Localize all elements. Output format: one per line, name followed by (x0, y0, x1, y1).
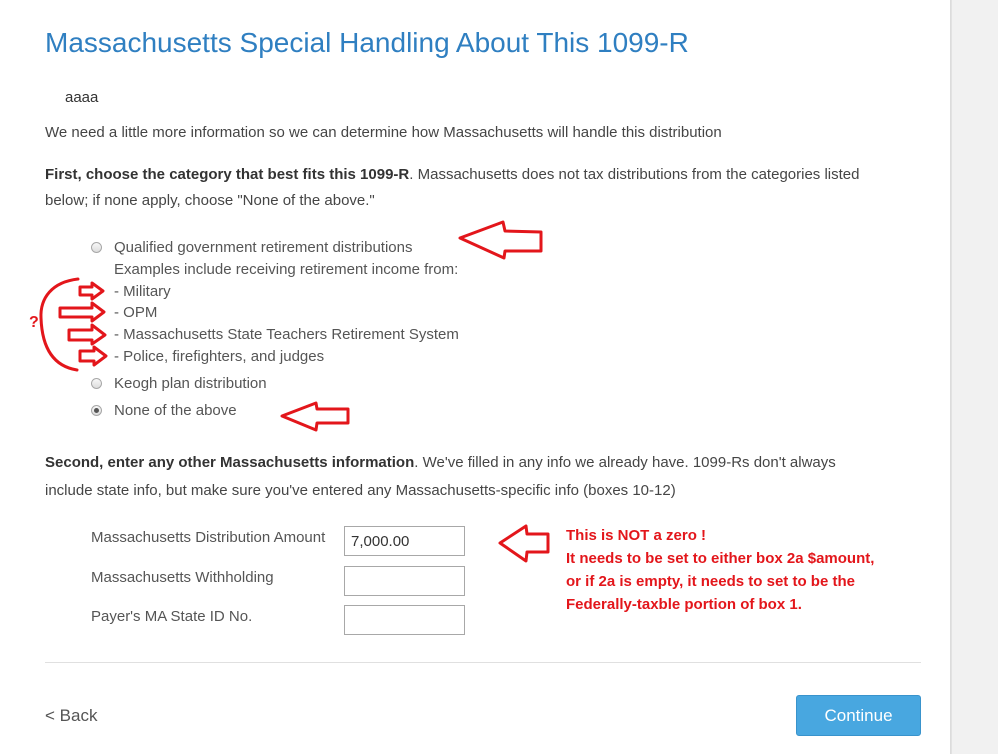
bracket-icon (39, 277, 80, 372)
annotation-note-line: or if 2a is empty, it needs to set to be… (566, 573, 855, 590)
example-item: - OPM (114, 304, 158, 321)
state-id-input[interactable] (344, 605, 465, 635)
page-title: Massachusetts Special Handling About Thi… (45, 27, 689, 58)
payer-name: aaaa (65, 89, 99, 106)
withholding-input[interactable] (344, 566, 465, 596)
arrow-right-icon (67, 323, 107, 346)
arrow-left-icon (458, 220, 543, 260)
second-instruction: Second, enter any other Massachusetts in… (45, 449, 836, 477)
intro-text: We need a little more information so we … (45, 124, 722, 141)
arrow-left-icon (498, 524, 550, 563)
example-item: - Police, firefighters, and judges (114, 348, 325, 365)
examples-intro: Examples include receiving retirement in… (114, 261, 459, 278)
annotation-note-line: Federally-taxble portion of box 1. (566, 596, 802, 613)
first-instruction: First, choose the category that best fit… (45, 161, 860, 189)
second-instruction-rest: . We've filled in any info we already ha… (414, 454, 836, 471)
state-id-label: Payer's MA State ID No. (91, 608, 253, 625)
page-panel: Massachusetts Special Handling About Thi… (0, 0, 951, 754)
option-keogh-label[interactable]: Keogh plan distribution (114, 375, 267, 392)
continue-button[interactable]: Continue (796, 695, 921, 736)
first-instruction-line2: below; if none apply, choose "None of th… (45, 192, 375, 209)
arrow-right-icon (78, 345, 108, 367)
option-qualified-label[interactable]: Qualified government retirement distribu… (114, 239, 412, 256)
radio-qualified-government[interactable] (91, 242, 102, 253)
withholding-label: Massachusetts Withholding (91, 569, 274, 586)
second-instruction-bold: Second, enter any other Massachusetts in… (45, 454, 415, 471)
option-none-label[interactable]: None of the above (114, 402, 237, 419)
arrow-right-icon (58, 301, 106, 323)
distribution-amount-label: Massachusetts Distribution Amount (91, 529, 326, 546)
second-instruction-line2: include state info, but make sure you've… (45, 482, 676, 499)
radio-none-of-the-above[interactable] (91, 405, 102, 416)
distribution-amount-input[interactable] (344, 526, 465, 556)
annotation-note-line: It needs to be set to either box 2a $amo… (566, 550, 875, 567)
divider (45, 662, 921, 663)
first-instruction-rest: . Massachusetts does not tax distributio… (409, 166, 860, 183)
annotation-note-line: This is NOT a zero ! (566, 527, 707, 544)
scrollbar[interactable] (951, 0, 998, 754)
example-item: - Massachusetts State Teachers Retiremen… (114, 326, 459, 343)
radio-keogh[interactable] (91, 378, 102, 389)
arrow-left-icon (280, 401, 350, 432)
first-instruction-bold: First, choose the category that best fit… (45, 166, 410, 183)
annotation-question-mark: ? (29, 314, 39, 331)
example-item: - Military (114, 283, 171, 300)
arrow-right-icon (78, 281, 105, 301)
scrollbar-divider (951, 0, 952, 754)
back-link[interactable]: < Back (45, 706, 97, 726)
